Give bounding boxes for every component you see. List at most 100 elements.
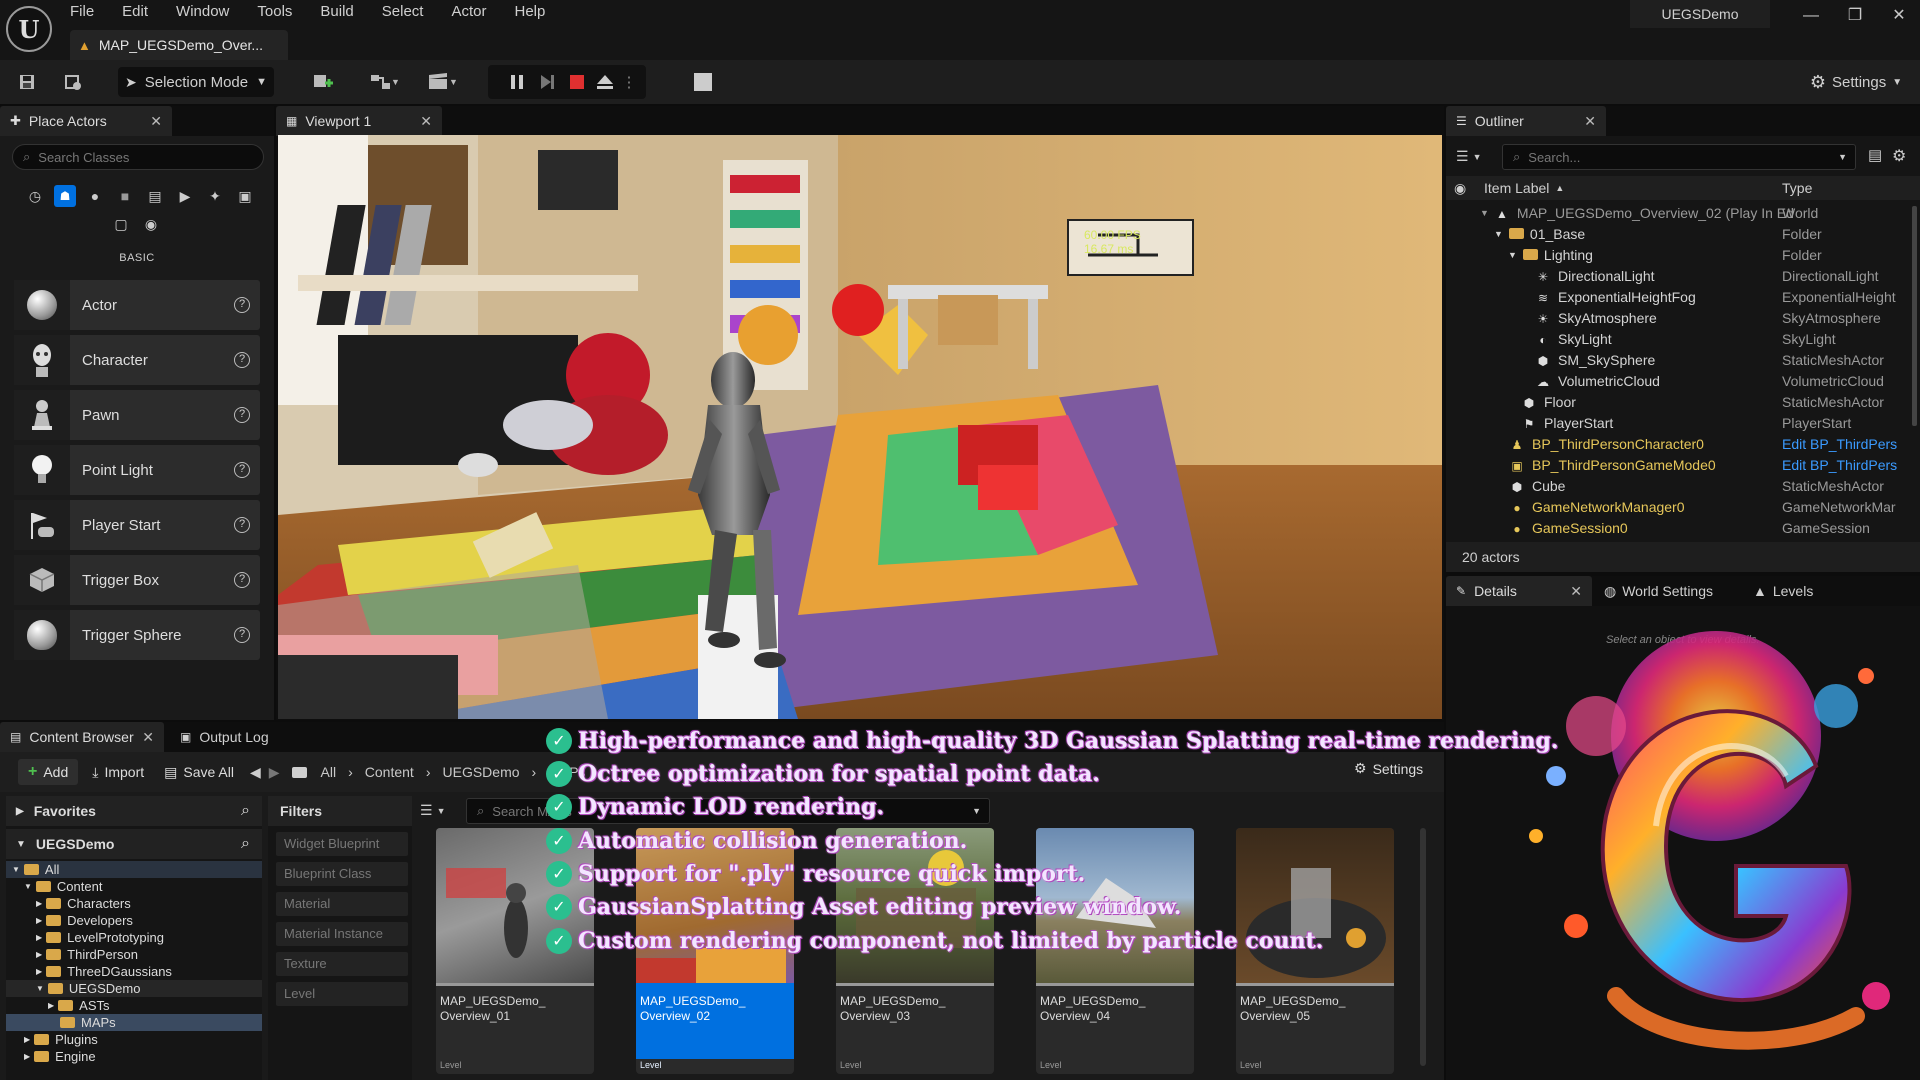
outliner-row-actor[interactable]: ⬢ Floor StaticMeshActor — [1446, 391, 1912, 412]
settings-button[interactable]: ⚙ Settings ▼ — [1806, 67, 1906, 97]
help-icon[interactable]: ? — [234, 297, 250, 313]
close-tab-icon[interactable]: ✕ — [1570, 583, 1582, 600]
details-tab[interactable]: ✎ Details ✕ — [1446, 576, 1592, 606]
menu-build[interactable]: Build — [320, 3, 367, 20]
selection-mode-button[interactable]: ➤ Selection Mode ▼ — [118, 67, 274, 97]
outliner-row-actor[interactable]: ● GameSession0 GameSession — [1446, 517, 1912, 535]
outliner-row-folder[interactable]: ▼ 01_Base Folder — [1446, 223, 1912, 244]
search-icon[interactable]: ⌕ — [241, 835, 250, 853]
import-button[interactable]: ⤓ Import — [92, 764, 144, 781]
favorites-header[interactable]: ▶ Favorites ⌕ — [6, 796, 262, 826]
all-classes-icon[interactable]: ▣ — [234, 185, 256, 207]
recent-icon[interactable]: ◷ — [24, 185, 46, 207]
menu-tools[interactable]: Tools — [257, 3, 306, 20]
unreal-logo[interactable]: U — [6, 6, 52, 52]
frame-skip-icon[interactable] — [534, 67, 560, 97]
menu-actor[interactable]: Actor — [451, 3, 500, 20]
filter-widget-blueprint[interactable]: Widget Blueprint — [276, 832, 408, 856]
tree-item[interactable]: ▼ UEGSDemo — [6, 980, 262, 997]
outliner-row-actor[interactable]: ⬢ Cube StaticMeshActor — [1446, 475, 1912, 496]
outliner-scrollbar[interactable] — [1912, 206, 1917, 426]
visual-effects-icon[interactable]: ▶ — [174, 185, 196, 207]
actor-item-trigger-box[interactable]: Trigger Box ? — [14, 555, 260, 605]
cinematic-icon[interactable]: ▤ — [144, 185, 166, 207]
tree-item[interactable]: ▼ Content — [6, 878, 262, 895]
play-options-icon[interactable]: ⋮ — [622, 67, 637, 97]
output-log-tab[interactable]: ▣ Output Log — [164, 722, 269, 752]
save-all-button[interactable]: ▤ Save All — [164, 764, 234, 781]
lights-icon[interactable]: ● — [84, 185, 106, 207]
actor-item-pawn[interactable]: Pawn ? — [14, 390, 260, 440]
add-button[interactable]: + Add — [18, 759, 79, 785]
actor-item-character[interactable]: Character ? — [14, 335, 260, 385]
filter-texture[interactable]: Texture — [276, 952, 408, 976]
outliner-row-actor[interactable]: ⚑ PlayerStart PlayerStart — [1446, 412, 1912, 433]
outliner-row-actor[interactable]: ≋ ExponentialHeightFog ExponentialHeight — [1446, 286, 1912, 307]
tree-item[interactable]: ▶ Developers — [6, 912, 262, 929]
level-document-tab[interactable]: ▲ MAP_UEGSDemo_Over... — [70, 30, 288, 60]
platforms-button[interactable] — [690, 67, 716, 97]
help-icon[interactable]: ? — [234, 572, 250, 588]
blueprints-button[interactable]: ▼ — [362, 67, 404, 97]
filter-button[interactable]: ☰ ▼ — [1456, 148, 1481, 165]
outliner-row-actor[interactable]: ☀ SkyAtmosphere SkyAtmosphere — [1446, 307, 1912, 328]
place-mode-icon[interactable]: ◉ — [140, 213, 162, 235]
breadcrumb-content[interactable]: Content — [365, 764, 414, 780]
filter-level[interactable]: Level — [276, 982, 408, 1006]
levels-tab[interactable]: ▲ Levels — [1713, 576, 1813, 606]
tree-item[interactable]: ▼ All — [6, 861, 262, 878]
outliner-tab[interactable]: ☰ Outliner ✕ — [1446, 106, 1606, 136]
basic-category-icon[interactable]: ☗ — [54, 185, 76, 207]
outliner-row-actor[interactable]: ☁ VolumetricCloud VolumetricCloud — [1446, 370, 1912, 391]
menu-select[interactable]: Select — [382, 3, 438, 20]
shapes-icon[interactable]: ■ — [114, 185, 136, 207]
volumes-icon[interactable]: ✦ — [204, 185, 226, 207]
menu-edit[interactable]: Edit — [122, 3, 162, 20]
help-icon[interactable]: ? — [234, 517, 250, 533]
outliner-row-world[interactable]: ▼ ▲ MAP_UEGSDemo_Overview_02 (Play In Ed Wo… — [1446, 202, 1912, 223]
content-browser-tab[interactable]: ▤ Content Browser ✕ — [0, 722, 164, 752]
help-icon[interactable]: ? — [234, 352, 250, 368]
outliner-row-actor[interactable]: ⬢ SM_SkySphere StaticMeshActor — [1446, 349, 1912, 370]
actor-item-trigger-sphere[interactable]: Trigger Sphere ? — [14, 610, 260, 660]
geometry-icon[interactable]: ▢ — [110, 213, 132, 235]
tree-item[interactable]: ▶ Plugins — [6, 1031, 262, 1048]
outliner-row-folder[interactable]: ▼ Lighting Folder — [1446, 244, 1912, 265]
outliner-row-actor[interactable]: ◐ SkyLight SkyLight — [1446, 328, 1912, 349]
menu-window[interactable]: Window — [176, 3, 243, 20]
asset-scrollbar[interactable] — [1420, 828, 1426, 1066]
stop-icon[interactable] — [564, 67, 590, 97]
project-header[interactable]: ▼ UEGSDemo ⌕ — [6, 829, 262, 859]
breadcrumb-uegsdemo[interactable]: UEGSDemo — [443, 764, 520, 780]
tree-item-selected[interactable]: MAPs — [6, 1014, 262, 1031]
help-icon[interactable]: ? — [234, 407, 250, 423]
eject-icon[interactable] — [592, 67, 618, 97]
tree-item[interactable]: ▶ ThreeDGaussians — [6, 963, 262, 980]
outliner-row-actor[interactable]: ✳ DirectionalLight DirectionalLight — [1446, 265, 1912, 286]
tree-item[interactable]: ▶ ASTs — [6, 997, 262, 1014]
place-actors-tab[interactable]: ✚ Place Actors ✕ — [0, 106, 172, 136]
minimize-icon[interactable]: — — [1796, 4, 1826, 28]
close-tab-icon[interactable]: ✕ — [142, 729, 154, 746]
viewport-scene[interactable]: 60.00 FPS 16.67 ms — [278, 135, 1442, 719]
restore-icon[interactable]: ❐ — [1840, 4, 1870, 28]
add-folder-icon[interactable]: ▤ — [1868, 146, 1882, 164]
source-control-icon[interactable] — [60, 67, 86, 97]
edit-blueprint-link[interactable]: Edit BP_ThirdPers — [1782, 457, 1897, 473]
menu-file[interactable]: File — [70, 3, 108, 20]
tree-item[interactable]: ▶ Engine — [6, 1048, 262, 1065]
world-settings-tab[interactable]: ◍ World Settings — [1592, 576, 1713, 606]
outliner-row-actor[interactable]: ▣ BP_ThirdPersonGameMode0 Edit BP_ThirdPer… — [1446, 454, 1912, 475]
save-icon[interactable] — [14, 67, 40, 97]
close-tab-icon[interactable]: ✕ — [420, 113, 432, 130]
outliner-row-actor[interactable]: ♟ BP_ThirdPersonCharacter0 Edit BP_ThirdPe… — [1446, 433, 1912, 454]
tree-item[interactable]: ▶ Characters — [6, 895, 262, 912]
asset-filter-button[interactable]: ☰ ▼ — [420, 802, 445, 819]
close-tab-icon[interactable]: ✕ — [150, 113, 162, 130]
tree-item[interactable]: ▶ LevelPrototyping — [6, 929, 262, 946]
search-classes-input[interactable]: ⌕ Search Classes — [12, 144, 264, 170]
tree-item[interactable]: ▶ ThirdPerson — [6, 946, 262, 963]
breadcrumb-all[interactable]: All — [321, 764, 337, 780]
item-label-column[interactable]: Item Label — [1484, 180, 1549, 196]
content-settings-button[interactable]: ⚙ Settings — [1354, 760, 1423, 777]
